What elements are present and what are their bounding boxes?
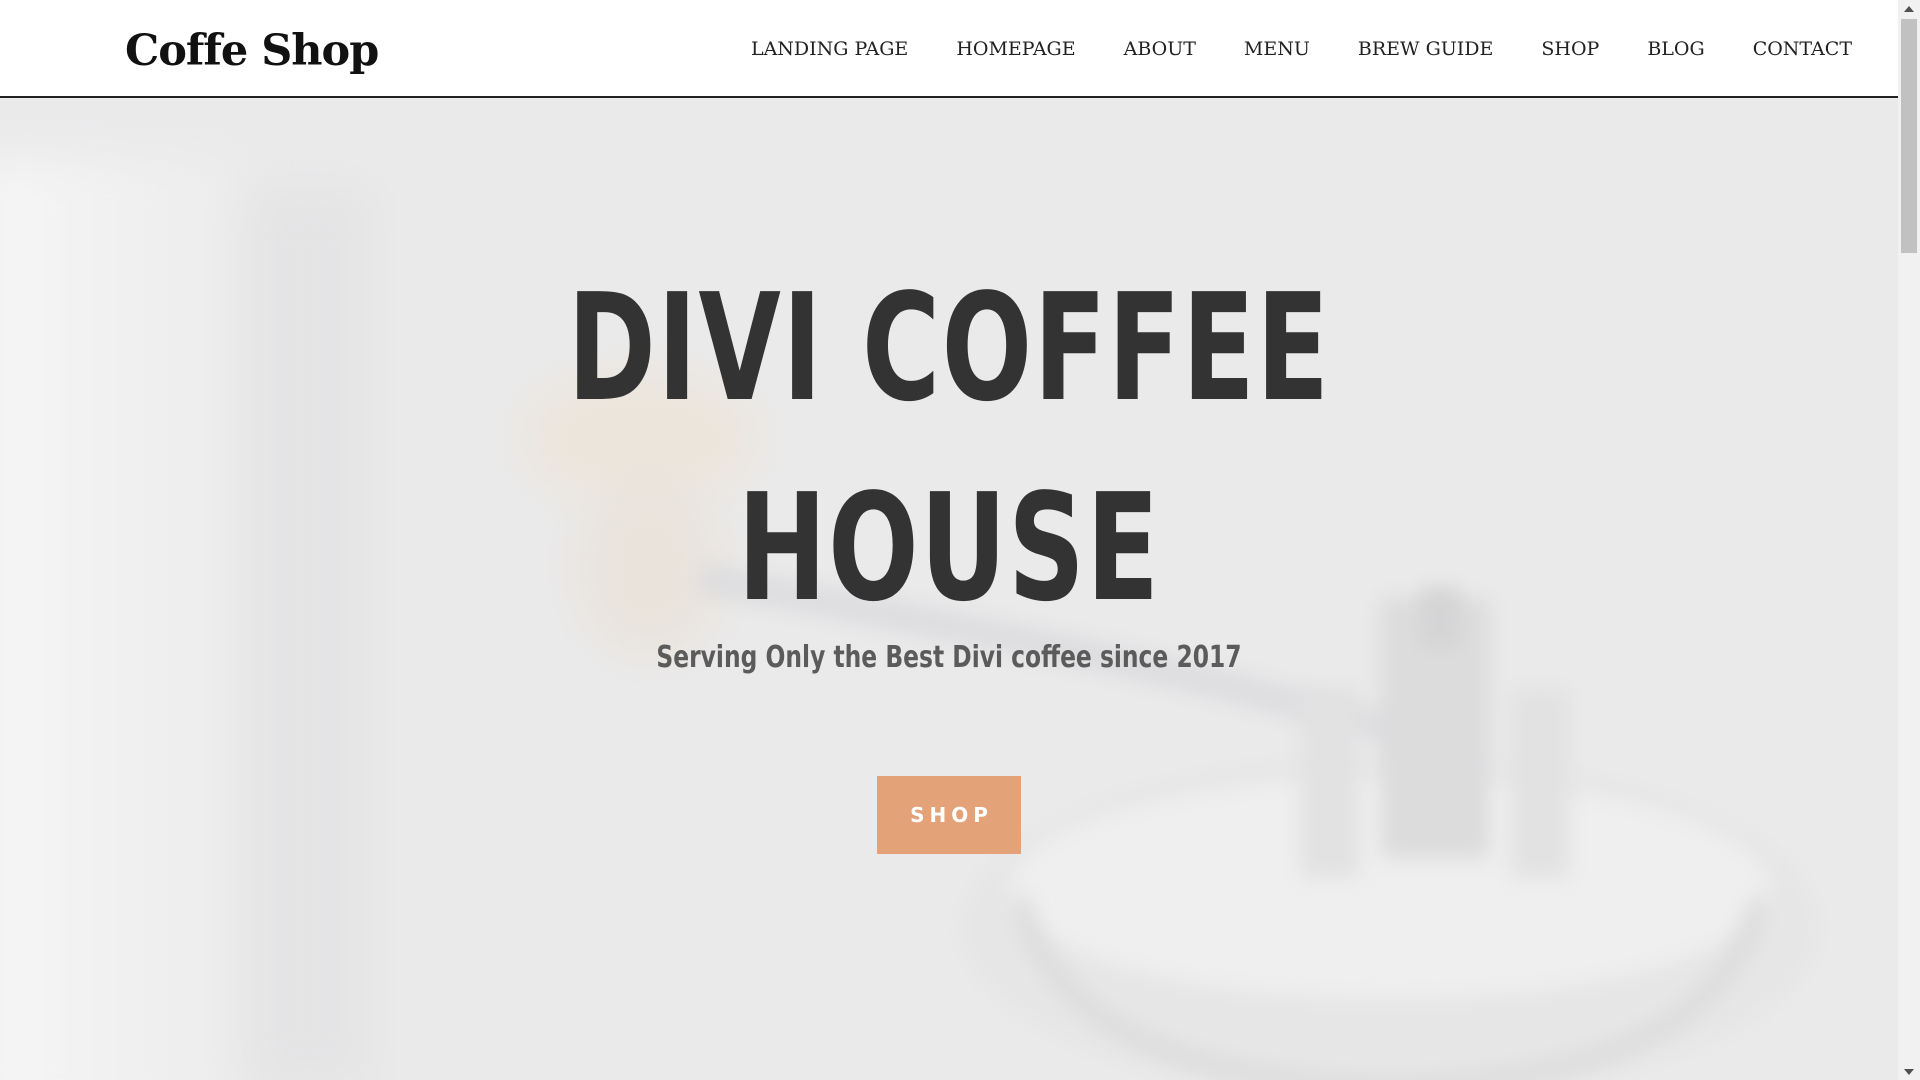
hero-subtitle: Serving Only the Best Divi coffee since …	[656, 640, 1242, 675]
nav-item-homepage[interactable]: HOMEPAGE	[956, 36, 1075, 62]
hero-title-line-1: DIVI COFFEE	[567, 262, 1331, 434]
main-nav: LANDING PAGE HOMEPAGE ABOUT MENU BREW GU…	[751, 36, 1852, 62]
scrollbar-thumb[interactable]	[1901, 19, 1917, 253]
hero-title-line-2: HOUSE	[737, 462, 1161, 634]
shop-button[interactable]: SHOP	[877, 776, 1021, 854]
site-logo[interactable]: Coffe Shop	[125, 22, 379, 80]
page-scrollbar[interactable]	[1898, 0, 1920, 1080]
nav-item-brew-guide[interactable]: BREW GUIDE	[1358, 36, 1494, 62]
nav-item-blog[interactable]: BLOG	[1647, 36, 1704, 62]
hero-content: DIVI COFFEE HOUSE Serving Only the Best …	[0, 98, 1898, 1080]
site-header: Coffe Shop LANDING PAGE HOMEPAGE ABOUT M…	[0, 0, 1898, 98]
scroll-up-arrow-icon[interactable]	[1898, 0, 1920, 17]
hero-section: DIVI COFFEE HOUSE Serving Only the Best …	[0, 98, 1898, 1080]
nav-item-landing-page[interactable]: LANDING PAGE	[751, 36, 908, 62]
nav-item-shop[interactable]: SHOP	[1541, 36, 1599, 62]
nav-item-menu[interactable]: MENU	[1244, 36, 1310, 62]
nav-item-about[interactable]: ABOUT	[1124, 36, 1196, 62]
nav-item-contact[interactable]: CONTACT	[1753, 36, 1852, 62]
page: Coffe Shop LANDING PAGE HOMEPAGE ABOUT M…	[0, 0, 1920, 1080]
hero-title: DIVI COFFEE HOUSE	[266, 248, 1633, 648]
scroll-down-arrow-icon[interactable]	[1898, 1063, 1920, 1080]
